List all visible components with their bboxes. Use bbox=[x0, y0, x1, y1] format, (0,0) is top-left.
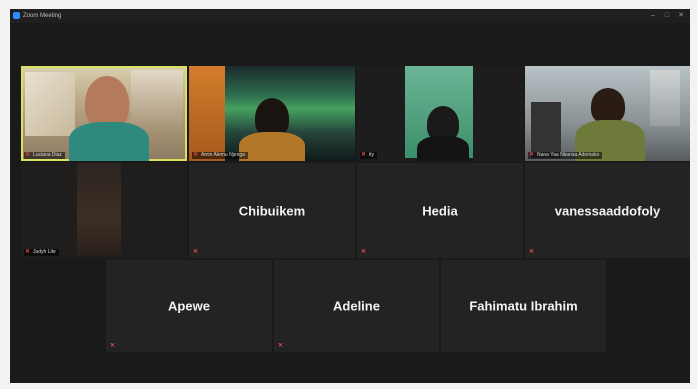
title-bar: Zoom Meeting – □ ✕ bbox=[10, 9, 690, 23]
background-board bbox=[25, 72, 75, 136]
video-tile[interactable]: ✕ ity bbox=[357, 66, 523, 161]
window-title: Zoom Meeting bbox=[23, 13, 62, 19]
participant-shirt bbox=[69, 122, 149, 161]
participant-status: ✕ bbox=[192, 249, 201, 256]
microphone-muted-icon: ✕ bbox=[361, 152, 367, 158]
close-icon[interactable]: ✕ bbox=[674, 9, 688, 23]
participant-name: Fahimatu Ibrahim bbox=[469, 298, 578, 314]
background-cabinet bbox=[531, 102, 561, 158]
participant-face bbox=[591, 88, 625, 124]
background-door bbox=[650, 70, 680, 126]
participant-tile-no-video[interactable]: Hedia ✕ bbox=[357, 163, 523, 258]
microphone-muted-icon: ✕ bbox=[193, 249, 199, 255]
participant-status: ✕ bbox=[528, 249, 537, 256]
participant-tile-no-video[interactable]: Apewe ✕ bbox=[106, 260, 272, 352]
participant-name-tag: ✕ Judyh Lite bbox=[24, 249, 59, 256]
participant-name: Chibuikem bbox=[238, 203, 306, 218]
participant-status: ✕ bbox=[109, 343, 118, 350]
participant-name: Apewe bbox=[168, 298, 210, 314]
participant-tile-no-video[interactable]: Adeline ✕ bbox=[274, 260, 439, 352]
microphone-muted-icon: ✕ bbox=[529, 249, 535, 255]
background-wall bbox=[189, 66, 225, 161]
participant-tile-no-video[interactable]: Chibuikem ✕ bbox=[189, 163, 355, 258]
microphone-muted-icon: ✕ bbox=[361, 249, 367, 255]
participant-figure bbox=[77, 163, 121, 255]
participant-name: vanessaaddofoly bbox=[554, 203, 661, 218]
microphone-muted-icon: ✕ bbox=[193, 152, 199, 158]
zoom-meeting-window: Zoom Meeting – □ ✕ ✕ Luciana Diaz ✕ Amin… bbox=[10, 9, 690, 383]
video-tile-active-speaker[interactable]: ✕ Luciana Diaz bbox=[21, 66, 187, 161]
participant-shirt bbox=[239, 132, 305, 161]
participant-tile-no-video[interactable]: vanessaaddofoly ✕ bbox=[525, 163, 690, 258]
participant-name: Hedia bbox=[422, 203, 458, 218]
video-tile[interactable]: ✕ Amin Alemu Njenga bbox=[189, 66, 355, 161]
zoom-logo-icon bbox=[13, 12, 20, 19]
participant-status: ✕ bbox=[277, 343, 286, 350]
microphone-muted-icon: ✕ bbox=[25, 152, 31, 158]
participant-name-tag: ✕ ity bbox=[360, 152, 377, 159]
background-shelf bbox=[131, 70, 183, 130]
maximize-icon[interactable]: □ bbox=[660, 9, 674, 23]
microphone-muted-icon: ✕ bbox=[278, 343, 284, 349]
microphone-muted-icon: ✕ bbox=[25, 249, 31, 255]
participant-body bbox=[417, 136, 469, 161]
minimize-icon[interactable]: – bbox=[646, 9, 660, 23]
participant-name-tag: ✕ Nana Yaa Nkansa Adomako bbox=[528, 152, 603, 159]
participant-name-tag: ✕ Amin Alemu Njenga bbox=[192, 152, 248, 159]
participant-tile-no-video[interactable]: Fahimatu Ibrahim bbox=[441, 260, 606, 352]
microphone-muted-icon: ✕ bbox=[110, 343, 116, 349]
participant-name-tag: ✕ Luciana Diaz bbox=[24, 152, 65, 159]
video-tile[interactable]: ✕ Judyh Lite bbox=[21, 163, 187, 258]
video-tile[interactable]: ✕ Nana Yaa Nkansa Adomako bbox=[525, 66, 690, 161]
participant-status: ✕ bbox=[360, 249, 369, 256]
microphone-muted-icon: ✕ bbox=[529, 152, 535, 158]
participant-name: Adeline bbox=[333, 298, 380, 314]
